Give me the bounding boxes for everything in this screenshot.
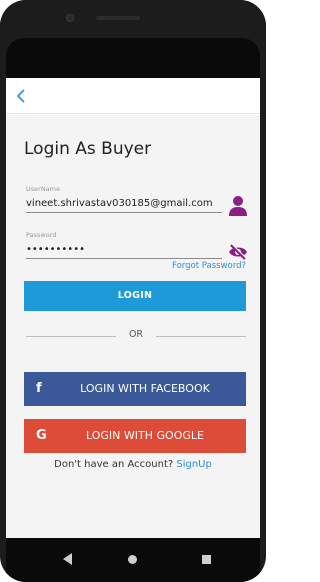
google-icon: G <box>36 428 47 443</box>
login-screen: Login As Buyer UserName Password Forgot … <box>6 78 260 538</box>
speaker-grille <box>96 16 140 20</box>
nav-back-icon[interactable] <box>63 553 72 565</box>
page-title: Login As Buyer <box>24 139 152 159</box>
facebook-button-label: LOGIN WITH FACEBOOK <box>80 382 210 395</box>
camera-icon <box>66 14 74 22</box>
or-text: OR <box>128 329 144 340</box>
nav-recent-icon[interactable] <box>202 555 211 564</box>
signup-row: Don't have an Account? SignUp <box>6 459 260 470</box>
divider-line <box>156 336 246 337</box>
google-login-button[interactable]: G LOGIN WITH GOOGLE <box>24 419 246 453</box>
navigation-bar <box>6 538 260 582</box>
eye-off-icon[interactable] <box>228 243 248 261</box>
login-button[interactable]: LOGIN <box>24 281 246 311</box>
app-bar <box>6 78 260 114</box>
google-button-label: LOGIN WITH GOOGLE <box>86 429 204 442</box>
password-label: Password <box>26 231 57 239</box>
forgot-password-link[interactable]: Forgot Password? <box>172 261 246 271</box>
facebook-login-button[interactable]: f LOGIN WITH FACEBOOK <box>24 372 246 406</box>
back-button[interactable] <box>12 85 32 107</box>
back-icon <box>16 89 25 103</box>
or-divider: OR <box>26 329 246 343</box>
signup-link[interactable]: SignUp <box>176 459 211 470</box>
username-field[interactable] <box>26 195 222 213</box>
phone-frame: Login As Buyer UserName Password Forgot … <box>0 0 266 582</box>
top-bezel <box>0 0 266 40</box>
status-bar <box>6 38 260 78</box>
signup-prompt: Don't have an Account? <box>54 459 174 470</box>
user-icon <box>229 196 247 216</box>
facebook-icon: f <box>36 381 42 396</box>
password-field[interactable] <box>26 241 222 259</box>
nav-home-icon[interactable] <box>128 555 137 564</box>
login-form: Login As Buyer UserName Password Forgot … <box>6 115 260 538</box>
username-label: UserName <box>26 185 60 193</box>
